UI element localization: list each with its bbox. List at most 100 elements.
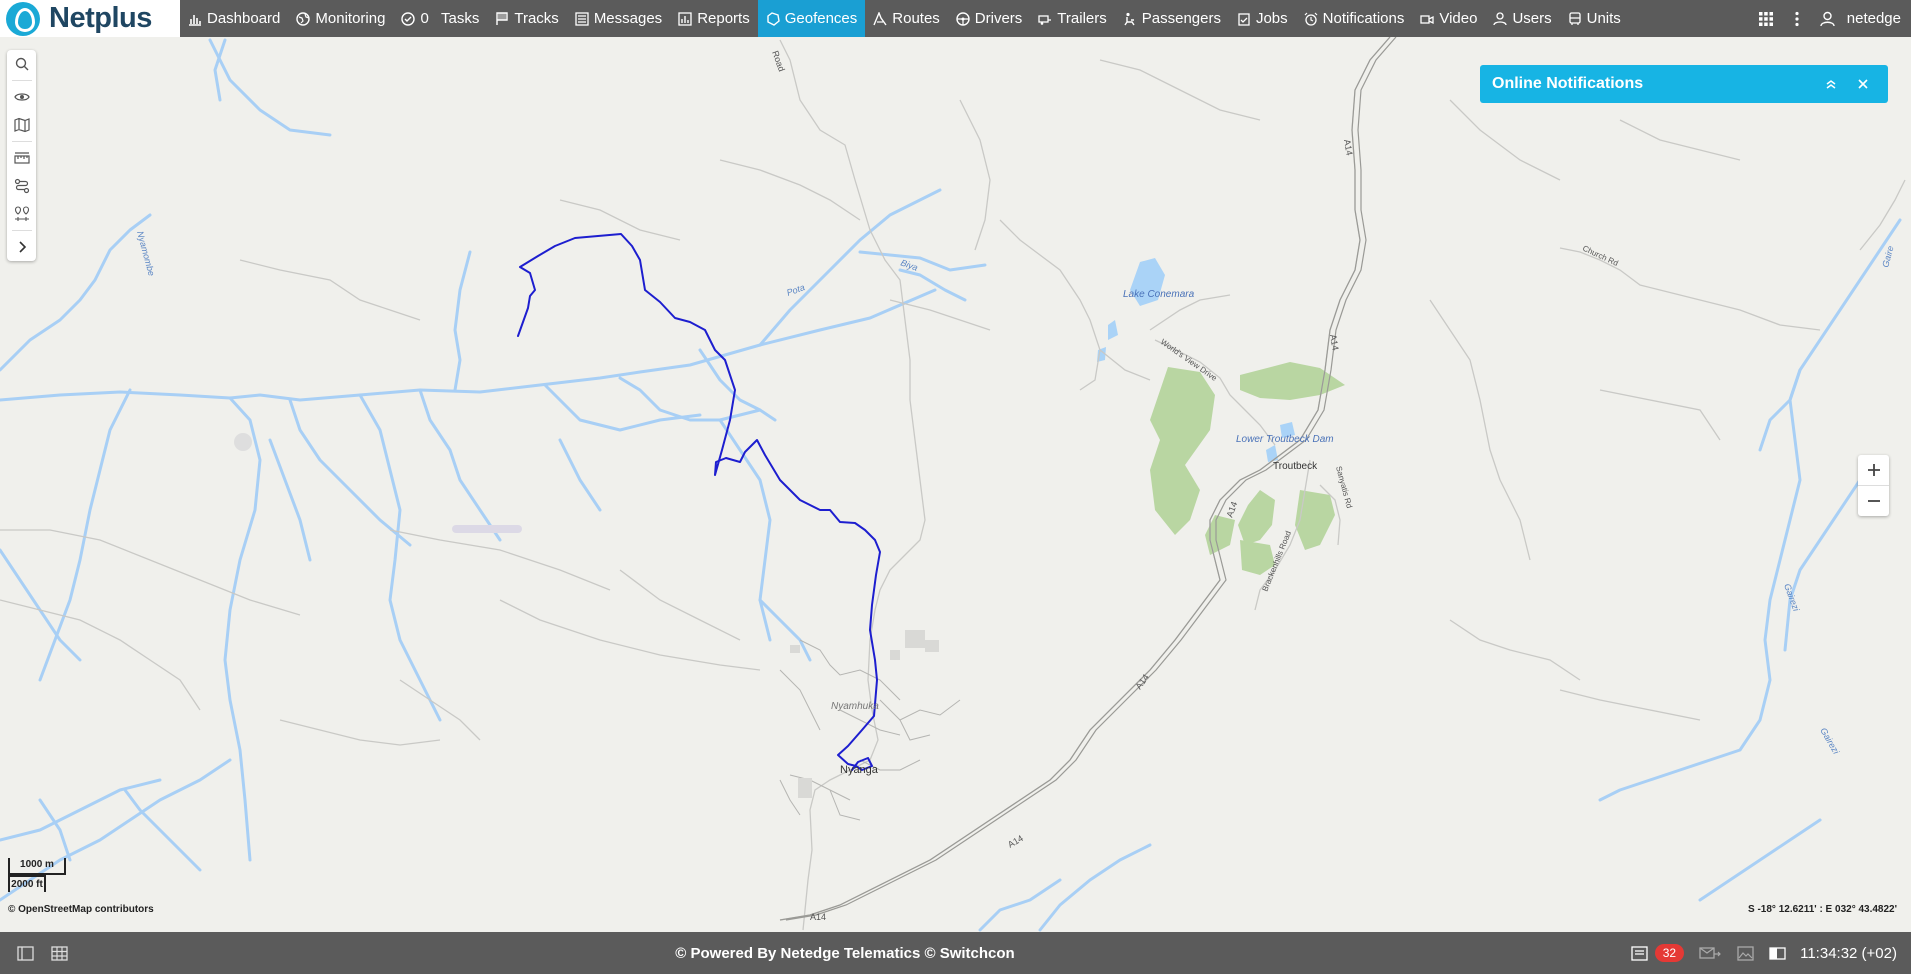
nav-label: Reports	[697, 10, 750, 27]
map-canvas[interactable]: Lake Conemara Lower Troutbeck Dam Troutb…	[0, 37, 1911, 932]
airstrip-area	[452, 525, 522, 533]
nav-units[interactable]: Units	[1560, 0, 1629, 37]
toolbar-divider	[11, 141, 32, 142]
nav-jobs[interactable]: Jobs	[1229, 0, 1296, 37]
eye-icon	[13, 93, 30, 101]
media-gallery-button[interactable]	[1736, 944, 1754, 962]
label-gairezi-south: Gairezi	[1818, 726, 1841, 757]
send-message-button[interactable]	[1698, 944, 1722, 962]
nav-geofences[interactable]: Geofences	[757, 0, 866, 37]
nav-trailers[interactable]: Trailers	[1030, 0, 1114, 37]
zoom-in-button[interactable]	[1858, 455, 1889, 485]
settlement-area	[234, 433, 252, 451]
apps-grid-button[interactable]	[1748, 0, 1784, 37]
label-sanyatis-rd: Sanyatis Rd	[1334, 465, 1354, 509]
nav-label: Dashboard	[207, 10, 281, 27]
nav-label: Messages	[593, 10, 663, 27]
kebab-menu-icon	[1795, 11, 1799, 26]
more-menu-button[interactable]	[1784, 0, 1810, 37]
username: netedge	[1846, 10, 1901, 27]
nav-video[interactable]: Video	[1412, 0, 1485, 37]
map-text-labels: Lake Conemara Lower Troutbeck Dam Troutb…	[135, 49, 1896, 922]
scale-imperial: 2000 ft	[8, 875, 46, 892]
nav-dashboard[interactable]: Dashboard	[180, 0, 288, 37]
label-nyanga: Nyanga	[840, 764, 879, 776]
search-icon	[15, 57, 28, 71]
minus-icon	[1867, 500, 1880, 502]
close-notifications-button[interactable]	[1850, 71, 1876, 97]
envelope-send-icon	[1699, 946, 1721, 959]
apps-grid-icon	[1758, 11, 1773, 26]
map-route-tool-button[interactable]	[7, 172, 36, 200]
brand-logo[interactable]: Netplus	[0, 0, 180, 37]
route-track-line[interactable]	[517, 233, 881, 771]
label-a14-troutbeck: A14	[1224, 500, 1239, 518]
label-a14-north: A14	[1342, 139, 1355, 157]
map-icon	[13, 117, 30, 133]
label-church-rd: Church Rd	[1581, 244, 1619, 268]
nav-label: Trailers	[1057, 10, 1107, 27]
nav-label: Monitoring	[315, 10, 386, 27]
image-icon	[1736, 945, 1754, 961]
location-pins-icon	[14, 206, 29, 221]
label-lake-conemara: Lake Conemara	[1123, 289, 1195, 300]
chevron-double-up-icon	[1826, 80, 1836, 89]
user-menu[interactable]: netedge	[1810, 0, 1911, 37]
main-road-a14	[779, 37, 1397, 921]
nav-label: Video	[1439, 10, 1478, 27]
notifications-panel-title: Online Notifications	[1492, 75, 1644, 92]
label-road: Road	[770, 49, 787, 73]
nav-monitoring[interactable]: Monitoring	[288, 0, 393, 37]
geofence-icon	[766, 11, 780, 26]
bottom-status-bar: © Powered By Netedge Telematics © Switch…	[0, 932, 1911, 974]
map-layers-button[interactable]	[7, 111, 36, 139]
alarm-icon	[1304, 12, 1318, 26]
logo-pin-icon	[6, 1, 40, 36]
label-a14-south: A14	[1133, 672, 1150, 691]
top-navigation-bar: Netplus Dashboard Monitoring 0 Tasks Tra…	[0, 0, 1911, 37]
label-a14-bottom: A14	[810, 912, 826, 922]
expand-toolbar-button[interactable]	[7, 233, 36, 261]
nav-label: Tracks	[514, 10, 559, 27]
label-a14-southwest: A14	[1006, 833, 1025, 850]
map-measure-button[interactable]	[7, 144, 36, 172]
map-search-button[interactable]	[7, 50, 36, 78]
map-view[interactable]: Lake Conemara Lower Troutbeck Dam Troutb…	[0, 37, 1911, 932]
message-list-icon	[575, 11, 589, 26]
nav-label: 0 Tasks	[420, 10, 480, 27]
nav-label: Notifications	[1322, 10, 1405, 27]
check-circle-icon	[401, 11, 416, 26]
cursor-coordinates: S -18° 12.6211' : E 032° 43.4822'	[1748, 904, 1897, 915]
nav-tasks[interactable]: 0 Tasks	[393, 0, 487, 37]
label-troutbeck: Troutbeck	[1273, 461, 1318, 472]
scale-metric: 1000 m	[8, 858, 66, 875]
ruler-icon	[13, 152, 30, 164]
steering-wheel-icon	[956, 11, 970, 26]
nav-messages[interactable]: Messages	[567, 0, 670, 37]
nav-drivers[interactable]: Drivers	[948, 0, 1031, 37]
nav-notifications[interactable]: Notifications	[1296, 0, 1413, 37]
flag-icon	[495, 11, 509, 26]
plus-icon	[1867, 464, 1880, 476]
zoom-out-button[interactable]	[1858, 486, 1889, 516]
nav-reports[interactable]: Reports	[670, 0, 758, 37]
map-visibility-button[interactable]	[7, 83, 36, 111]
brand-name: Netplus	[49, 2, 152, 34]
map-attribution[interactable]: © OpenStreetMap contributors	[8, 904, 154, 915]
route-icon	[873, 11, 887, 26]
panel-layout-button[interactable]	[1768, 944, 1786, 962]
server-time: 11:34:32 (+02)	[1800, 944, 1897, 962]
main-nav: Dashboard Monitoring 0 Tasks Tracks Mess…	[180, 0, 1629, 37]
map-waypoints-button[interactable]	[7, 200, 36, 228]
passenger-icon	[1123, 12, 1137, 26]
nav-label: Units	[1586, 10, 1621, 27]
chevron-right-icon	[18, 241, 26, 253]
collapse-notifications-button[interactable]	[1818, 71, 1844, 97]
nav-tracks[interactable]: Tracks	[487, 0, 566, 37]
label-nyamombe: Nyamombe	[135, 230, 157, 277]
nav-passengers[interactable]: Passengers	[1115, 0, 1229, 37]
label-nyamhuka: Nyamhuka	[831, 701, 879, 712]
nav-routes[interactable]: Routes	[865, 0, 948, 37]
nav-users[interactable]: Users	[1485, 0, 1559, 37]
top-right-controls: netedge	[1748, 0, 1911, 37]
